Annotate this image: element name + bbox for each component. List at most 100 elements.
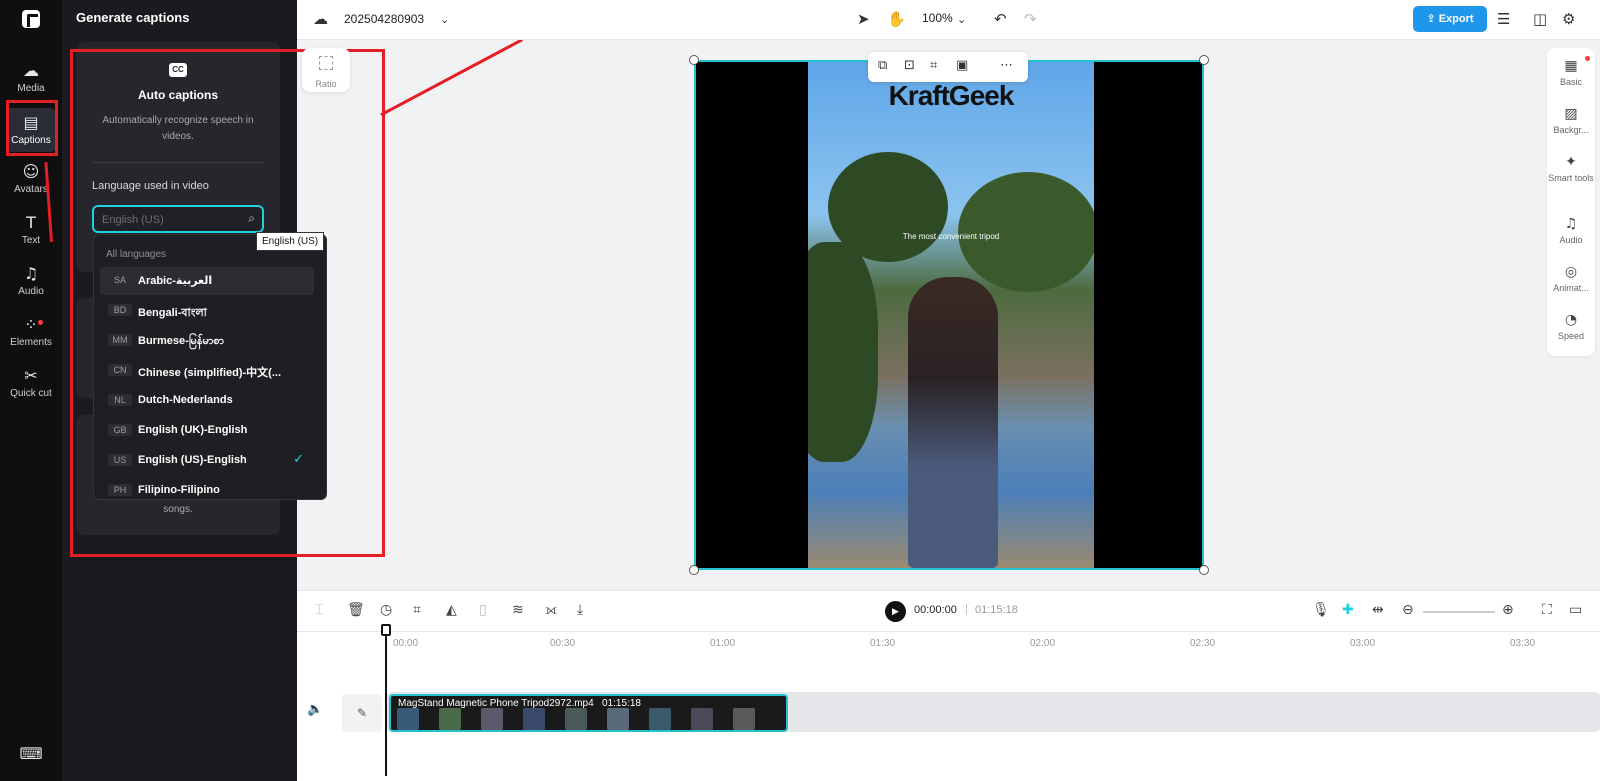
tool-animation[interactable]: ◎ Animat... — [1547, 264, 1595, 293]
right-tool-rail: ▦ Basic ▨ Backgr... ✦ Smart tools ♫ Audi… — [1547, 48, 1595, 356]
layout-icon[interactable]: ◫ — [1533, 10, 1547, 28]
download-icon[interactable]: ⤓ — [577, 602, 583, 618]
microphone-icon[interactable]: 🎙 — [1312, 602, 1330, 618]
split-view-icon[interactable]: ⇹ — [1372, 602, 1384, 618]
resize-handle[interactable] — [1199, 565, 1209, 575]
crop-icon[interactable]: ⌗ — [413, 602, 421, 618]
chevron-down-icon[interactable]: ⌄ — [957, 13, 966, 26]
timeline-tick: 01:30 — [870, 638, 896, 649]
cloud-upload-icon: ☁ — [23, 61, 39, 80]
clip-thumbnail — [691, 708, 713, 730]
upload-icon: ⇪ — [1426, 13, 1439, 25]
replace-image-icon[interactable]: ⧉ — [878, 58, 887, 73]
clip-thumbnail — [439, 708, 461, 730]
tool-smart-tools[interactable]: ✦ Smart tools — [1547, 154, 1595, 183]
notification-dot — [38, 320, 43, 325]
video-canvas[interactable]: KraftGeek The most convenient tripod — [694, 60, 1204, 570]
gear-icon[interactable]: ⚙ — [1562, 10, 1575, 28]
top-bar: ☁ 202504280903 ⌄ ➤ ✋ 100% ⌄ ↶ ↷ ⇪ Export… — [297, 0, 1600, 40]
chevron-down-icon[interactable]: ⌄ — [440, 13, 449, 26]
fullscreen-icon[interactable]: ⛶ — [1542, 602, 1552, 618]
timeline-tick: 00:30 — [550, 638, 576, 649]
timeline: 00:00 00:30 01:00 01:30 02:00 02:30 03:0… — [297, 624, 1600, 781]
rail-item-elements[interactable]: ⁘ Elements — [6, 316, 56, 349]
resize-handle[interactable] — [1199, 55, 1209, 65]
ratio-icon — [319, 56, 333, 70]
notification-dot — [1585, 56, 1590, 61]
split-icon[interactable]: ⌶ — [315, 602, 323, 618]
remove-bg-icon[interactable]: ▣ — [956, 58, 968, 73]
clip-thumbnail — [733, 708, 755, 730]
brand-watermark: KraftGeek — [888, 80, 1015, 111]
magic-wand-icon: ✦ — [1565, 154, 1577, 170]
rail-item-media[interactable]: ☁ Media — [6, 61, 56, 95]
redo-icon[interactable]: ↷ — [1024, 10, 1037, 28]
clip-duration: 01:15:18 — [602, 698, 641, 709]
timeline-tick: 02:30 — [1190, 638, 1216, 649]
freeze-icon[interactable]: ▯ — [479, 602, 487, 618]
tool-basic[interactable]: ▦ Basic — [1547, 58, 1595, 87]
speed-icon[interactable]: ◷ — [380, 602, 392, 618]
app-logo-icon[interactable] — [22, 10, 40, 28]
music-note-icon: ♫ — [23, 264, 39, 283]
background-icon: ▨ — [1564, 106, 1578, 122]
keyboard-shortcuts-button[interactable]: ⌨ — [6, 745, 56, 766]
zoom-out-icon[interactable]: ⊖ — [1402, 602, 1414, 618]
zoom-in-icon[interactable]: ⊕ — [1502, 602, 1514, 618]
cloud-save-icon[interactable]: ☁ — [313, 10, 328, 28]
pencil-icon: ✎ — [356, 706, 368, 720]
resize-handle[interactable] — [689, 565, 699, 575]
select-pointer-icon[interactable]: ➤ — [857, 10, 870, 28]
export-button[interactable]: ⇪ Export — [1413, 6, 1487, 32]
timeline-tick: 03:30 — [1510, 638, 1536, 649]
more-options-icon[interactable]: ⋯ — [1000, 58, 1013, 73]
focus-icon[interactable]: ⊡ — [904, 58, 915, 73]
video-subtitle: The most convenient tripod — [902, 232, 1000, 241]
volume-icon[interactable]: 🔈 — [307, 702, 323, 717]
playhead-handle[interactable] — [381, 624, 391, 636]
annotation-box-captions — [6, 100, 58, 156]
panel-title: Generate captions — [76, 10, 190, 25]
annotation-arrow — [380, 38, 523, 117]
timeline-tick: 01:00 — [710, 638, 736, 649]
layers-icon[interactable]: ☰ — [1497, 10, 1510, 28]
tool-speed[interactable]: ◔ Speed — [1547, 312, 1595, 341]
zoom-slider[interactable] — [1423, 611, 1495, 613]
canvas-floating-toolbar: ⧉ ⊡ ⌗ ▣ ⋯ — [868, 52, 1028, 82]
person — [908, 277, 998, 568]
play-button[interactable]: ▶ — [885, 601, 906, 622]
playhead[interactable] — [385, 626, 387, 776]
clip-thumbnail — [481, 708, 503, 730]
tool-background[interactable]: ▨ Backgr... — [1547, 106, 1595, 135]
ratio-button[interactable]: Ratio — [302, 48, 350, 92]
time-separator: | — [965, 603, 968, 615]
clip-name: MagStand Magnetic Phone Tripod2972.mp4 0… — [398, 698, 641, 709]
tool-audio[interactable]: ♫ Audio — [1547, 216, 1595, 245]
rail-item-audio[interactable]: ♫ Audio — [6, 264, 56, 298]
zoom-select[interactable]: 100% — [922, 11, 953, 25]
flip-icon[interactable]: ◭ — [446, 602, 457, 618]
clip-thumbnail — [565, 708, 587, 730]
rail-item-quick-cut[interactable]: ✂ Quick cut — [6, 366, 56, 400]
hand-icon[interactable]: ✋ — [887, 10, 906, 28]
edit-cover-button[interactable]: ✎ — [342, 694, 382, 732]
clip-thumbnail — [607, 708, 629, 730]
adjust-icon[interactable]: ≋ — [512, 602, 524, 618]
timeline-tick: 03:00 — [1350, 638, 1376, 649]
preview-icon[interactable]: ▭ — [1569, 602, 1582, 618]
delete-icon[interactable]: 🗑 — [347, 602, 365, 618]
video-clip[interactable]: MagStand Magnetic Phone Tripod2972.mp4 0… — [389, 694, 788, 732]
scissors-icon: ✂ — [24, 366, 38, 385]
clip-thumbnail — [523, 708, 545, 730]
project-name[interactable]: 202504280903 — [344, 12, 424, 26]
animation-icon: ◎ — [1564, 264, 1578, 280]
tree — [808, 242, 878, 462]
snap-icon[interactable]: ✚ — [1342, 602, 1354, 618]
trim-icon[interactable]: ⟗ — [545, 602, 557, 618]
annotation-box-panel — [70, 49, 385, 557]
playback-bar: ⌶ 🗑 ◷ ⌗ ◭ ▯ ≋ ⟗ ⤓ ▶ 00:00:00 | 01:15:18 … — [297, 590, 1600, 632]
resize-handle[interactable] — [689, 55, 699, 65]
music-note-icon: ♫ — [1564, 216, 1578, 232]
crop-icon[interactable]: ⌗ — [930, 58, 937, 73]
undo-icon[interactable]: ↶ — [994, 10, 1007, 28]
